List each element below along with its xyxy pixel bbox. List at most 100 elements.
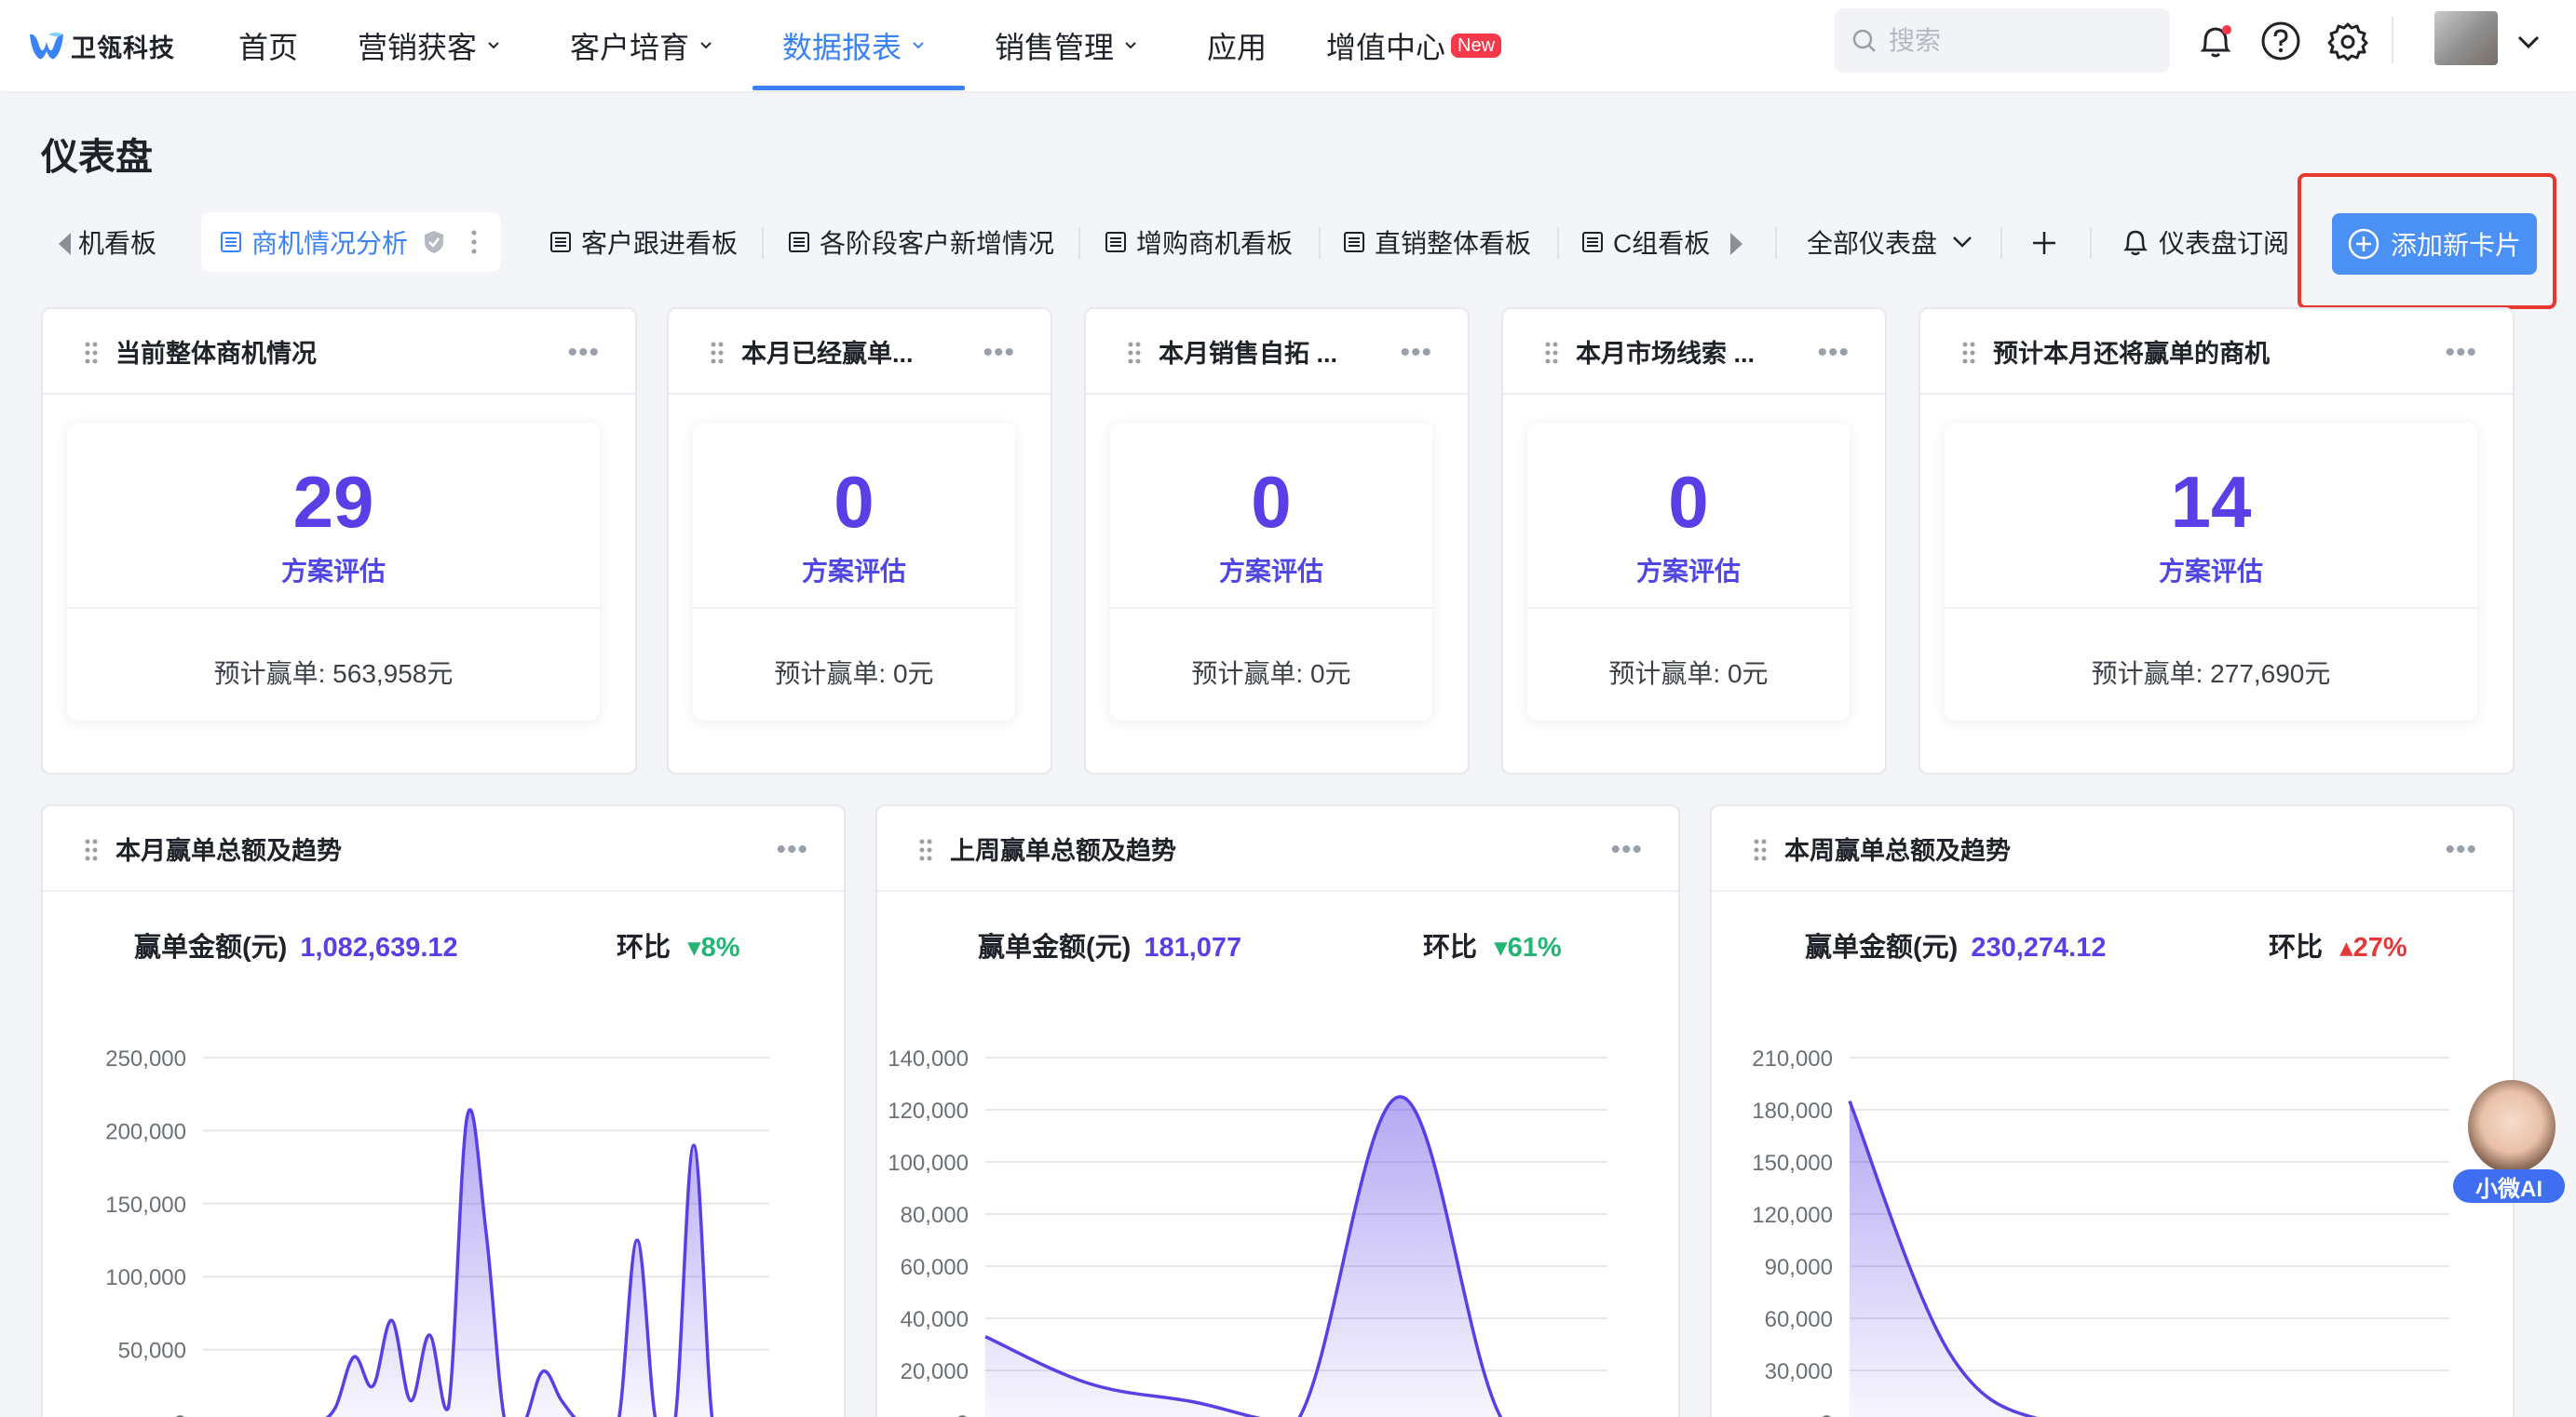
stat-box[interactable]: 29 方案评估 预计赢单: 563,958元 bbox=[67, 423, 600, 721]
trend-card: 本月赢单总额及趋势 ••• 赢单金额(元) 1,082,639.12 环比 ▾8%… bbox=[41, 804, 846, 1417]
trend-chart[interactable]: 050,000100,000150,000200,000250,00010/01… bbox=[43, 965, 846, 1417]
amount-stat: 赢单金额(元) 1,082,639.12 bbox=[134, 925, 458, 965]
more-options-icon[interactable]: ••• bbox=[2445, 834, 2477, 866]
nav-item-apps[interactable]: 应用 bbox=[1207, 0, 1267, 91]
tab-opportunity-board[interactable]: 商机看板 bbox=[78, 212, 183, 272]
card-title: 上周赢单总额及趋势 bbox=[950, 836, 1176, 865]
ai-assistant-avatar bbox=[2468, 1080, 2556, 1173]
card-title: 本月赢单总额及趋势 bbox=[115, 836, 342, 865]
data-point[interactable] bbox=[1846, 1098, 1853, 1105]
brand-logo[interactable]: 卫瓴科技 bbox=[28, 22, 175, 69]
data-point[interactable] bbox=[426, 1331, 433, 1339]
more-vertical-icon[interactable] bbox=[471, 230, 477, 254]
help-icon[interactable] bbox=[2259, 20, 2302, 62]
tab-separator bbox=[1557, 227, 1559, 259]
more-options-icon[interactable]: ••• bbox=[1817, 337, 1850, 369]
y-tick-label: 120,000 bbox=[1752, 1203, 1833, 1228]
user-avatar[interactable] bbox=[2434, 11, 2498, 65]
data-point[interactable] bbox=[633, 1236, 641, 1244]
drag-handle-icon[interactable] bbox=[918, 838, 933, 862]
more-options-icon[interactable]: ••• bbox=[776, 834, 808, 866]
search-input[interactable] bbox=[1889, 25, 2149, 56]
stat-box[interactable]: 0 方案评估 预计赢单: 0元 bbox=[1527, 423, 1850, 721]
tab-opportunity-analysis[interactable]: 商机情况分析 bbox=[201, 212, 502, 272]
chevron-down-icon bbox=[1953, 236, 1972, 248]
data-point[interactable] bbox=[332, 1404, 339, 1411]
shield-check-icon bbox=[425, 231, 444, 253]
stat-box[interactable]: 14 方案评估 预计赢单: 277,690元 bbox=[1945, 423, 2477, 721]
nav-item-sales[interactable]: 销售管理 bbox=[995, 0, 1138, 91]
stat-box[interactable]: 0 方案评估 预计赢单: 0元 bbox=[1110, 423, 1432, 721]
series-line[interactable] bbox=[984, 1095, 1607, 1417]
data-point[interactable] bbox=[539, 1368, 547, 1375]
drag-handle-icon[interactable] bbox=[84, 341, 99, 365]
data-point[interactable] bbox=[1396, 1093, 1403, 1100]
chevron-down-icon bbox=[488, 42, 499, 49]
tab-direct-sales-board[interactable]: 直销整体看板 bbox=[1343, 212, 1531, 272]
y-tick-label: 180,000 bbox=[1752, 1099, 1833, 1124]
stat-stage-label: 方案评估 bbox=[1635, 557, 1741, 586]
drag-handle-icon[interactable] bbox=[1753, 838, 1768, 862]
settings-gear-icon[interactable] bbox=[2326, 20, 2369, 62]
tab-upsell-board[interactable]: 增购商机看板 bbox=[1105, 212, 1293, 272]
y-tick-label: 30,000 bbox=[1765, 1359, 1833, 1384]
drag-handle-icon[interactable] bbox=[1544, 341, 1559, 365]
add-card-button[interactable]: 添加新卡片 bbox=[2332, 213, 2537, 275]
drag-handle-icon[interactable] bbox=[84, 838, 99, 862]
data-point[interactable] bbox=[482, 1229, 490, 1236]
nav-item-home[interactable]: 首页 bbox=[238, 0, 298, 91]
tab-label: 客户跟进看板 bbox=[581, 229, 739, 258]
chevron-down-icon bbox=[913, 42, 924, 49]
divider bbox=[1945, 607, 2477, 609]
data-point[interactable] bbox=[690, 1141, 698, 1149]
nav-item-nurture[interactable]: 客户培育 bbox=[570, 0, 713, 91]
scroll-left-icon[interactable] bbox=[56, 231, 73, 257]
nav-item-reports[interactable]: 数据报表 bbox=[782, 0, 926, 91]
top-navbar: 卫瓴科技 首页 营销获客 客户培育 数据报表 销售管理 应用 增值中心 New bbox=[0, 0, 2576, 91]
scroll-right-icon[interactable] bbox=[1729, 231, 1745, 257]
tab-group-c-board[interactable]: C组看板 bbox=[1581, 212, 1710, 272]
data-point[interactable] bbox=[444, 1404, 452, 1411]
drag-handle-icon[interactable] bbox=[710, 341, 725, 365]
drag-handle-icon[interactable] bbox=[1127, 341, 1142, 365]
y-tick-label: 140,000 bbox=[888, 1046, 969, 1072]
nav-item-marketing[interactable]: 营销获客 bbox=[358, 0, 501, 91]
notification-bell-icon[interactable] bbox=[2194, 20, 2237, 62]
nav-item-label: 首页 bbox=[238, 31, 299, 64]
data-point[interactable] bbox=[388, 1316, 396, 1324]
data-point[interactable] bbox=[407, 1397, 414, 1404]
stat-box[interactable]: 0 方案评估 预计赢单: 0元 bbox=[693, 423, 1015, 721]
card-header: 预计本月还将赢单的商机 ••• bbox=[1920, 309, 2513, 395]
trend-down-icon: ▾ bbox=[687, 933, 701, 963]
trend-chart[interactable]: 0 20,000 40,000 60,000 80,000 100,000 120,000 1… bbox=[877, 965, 1680, 1417]
trend-chart[interactable]: 0 30,000 60,000 90,000 120,000 150,000 180,000… bbox=[1712, 965, 2515, 1417]
data-point[interactable] bbox=[1085, 1380, 1092, 1387]
data-point[interactable] bbox=[982, 1333, 989, 1341]
more-options-icon[interactable]: ••• bbox=[1400, 337, 1432, 369]
nav-item-label: 增值中心 bbox=[1326, 31, 1446, 64]
chevron-down-icon[interactable] bbox=[2516, 34, 2541, 50]
tab-stage-new-customers[interactable]: 各阶段客户新增情况 bbox=[788, 212, 1054, 272]
data-point[interactable] bbox=[369, 1383, 376, 1390]
more-options-icon[interactable]: ••• bbox=[567, 337, 600, 369]
ai-assistant-button[interactable]: 小微AI bbox=[2453, 1080, 2569, 1207]
stat-stage-label: 方案评估 bbox=[280, 557, 386, 586]
card-header: 本月市场线索 ... ••• bbox=[1503, 309, 1885, 395]
data-point[interactable] bbox=[558, 1397, 565, 1404]
data-point[interactable] bbox=[464, 1113, 471, 1120]
drag-handle-icon[interactable] bbox=[1961, 341, 1976, 365]
data-point[interactable] bbox=[1946, 1349, 1953, 1356]
more-options-icon[interactable]: ••• bbox=[1610, 834, 1643, 866]
more-options-icon[interactable]: ••• bbox=[983, 337, 1015, 369]
data-point[interactable] bbox=[1189, 1398, 1197, 1406]
divider bbox=[67, 607, 600, 609]
plus-icon[interactable] bbox=[2030, 229, 2058, 257]
tab-customer-followup[interactable]: 客户跟进看板 bbox=[549, 212, 738, 272]
all-dashboards-dropdown[interactable]: 全部仪表盘 bbox=[1807, 212, 1973, 272]
nav-item-value-center[interactable]: 增值中心 New bbox=[1326, 0, 1502, 91]
dashboard-subscribe-button[interactable]: 仪表盘订阅 bbox=[2122, 212, 2289, 272]
search-box[interactable] bbox=[1835, 8, 2170, 73]
more-options-icon[interactable]: ••• bbox=[2445, 337, 2477, 369]
document-list-icon bbox=[1582, 232, 1603, 252]
data-point[interactable] bbox=[350, 1353, 358, 1360]
